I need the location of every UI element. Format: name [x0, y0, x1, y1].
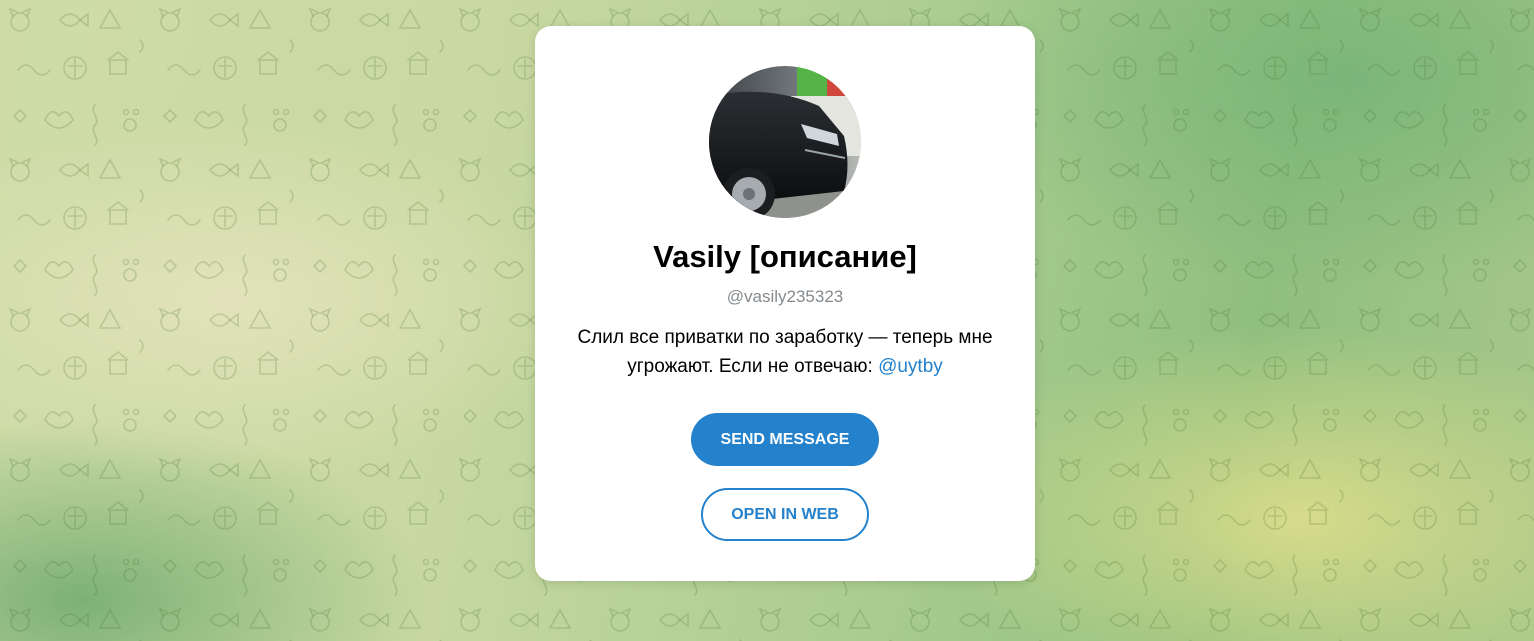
- avatar: [709, 66, 861, 218]
- profile-username: @vasily235323: [726, 287, 844, 306]
- profile-name: Vasily [описание]: [653, 239, 917, 274]
- profile-card: Vasily [описание] @vasily235323 Слил все…: [535, 26, 1035, 581]
- bio-mention-link[interactable]: @uytby: [878, 356, 943, 377]
- open-in-web-button[interactable]: OPEN IN WEB: [701, 488, 869, 541]
- profile-bio: Слил все приватки по заработку — теперь …: [555, 323, 1015, 381]
- send-message-button[interactable]: SEND MESSAGE: [691, 413, 879, 466]
